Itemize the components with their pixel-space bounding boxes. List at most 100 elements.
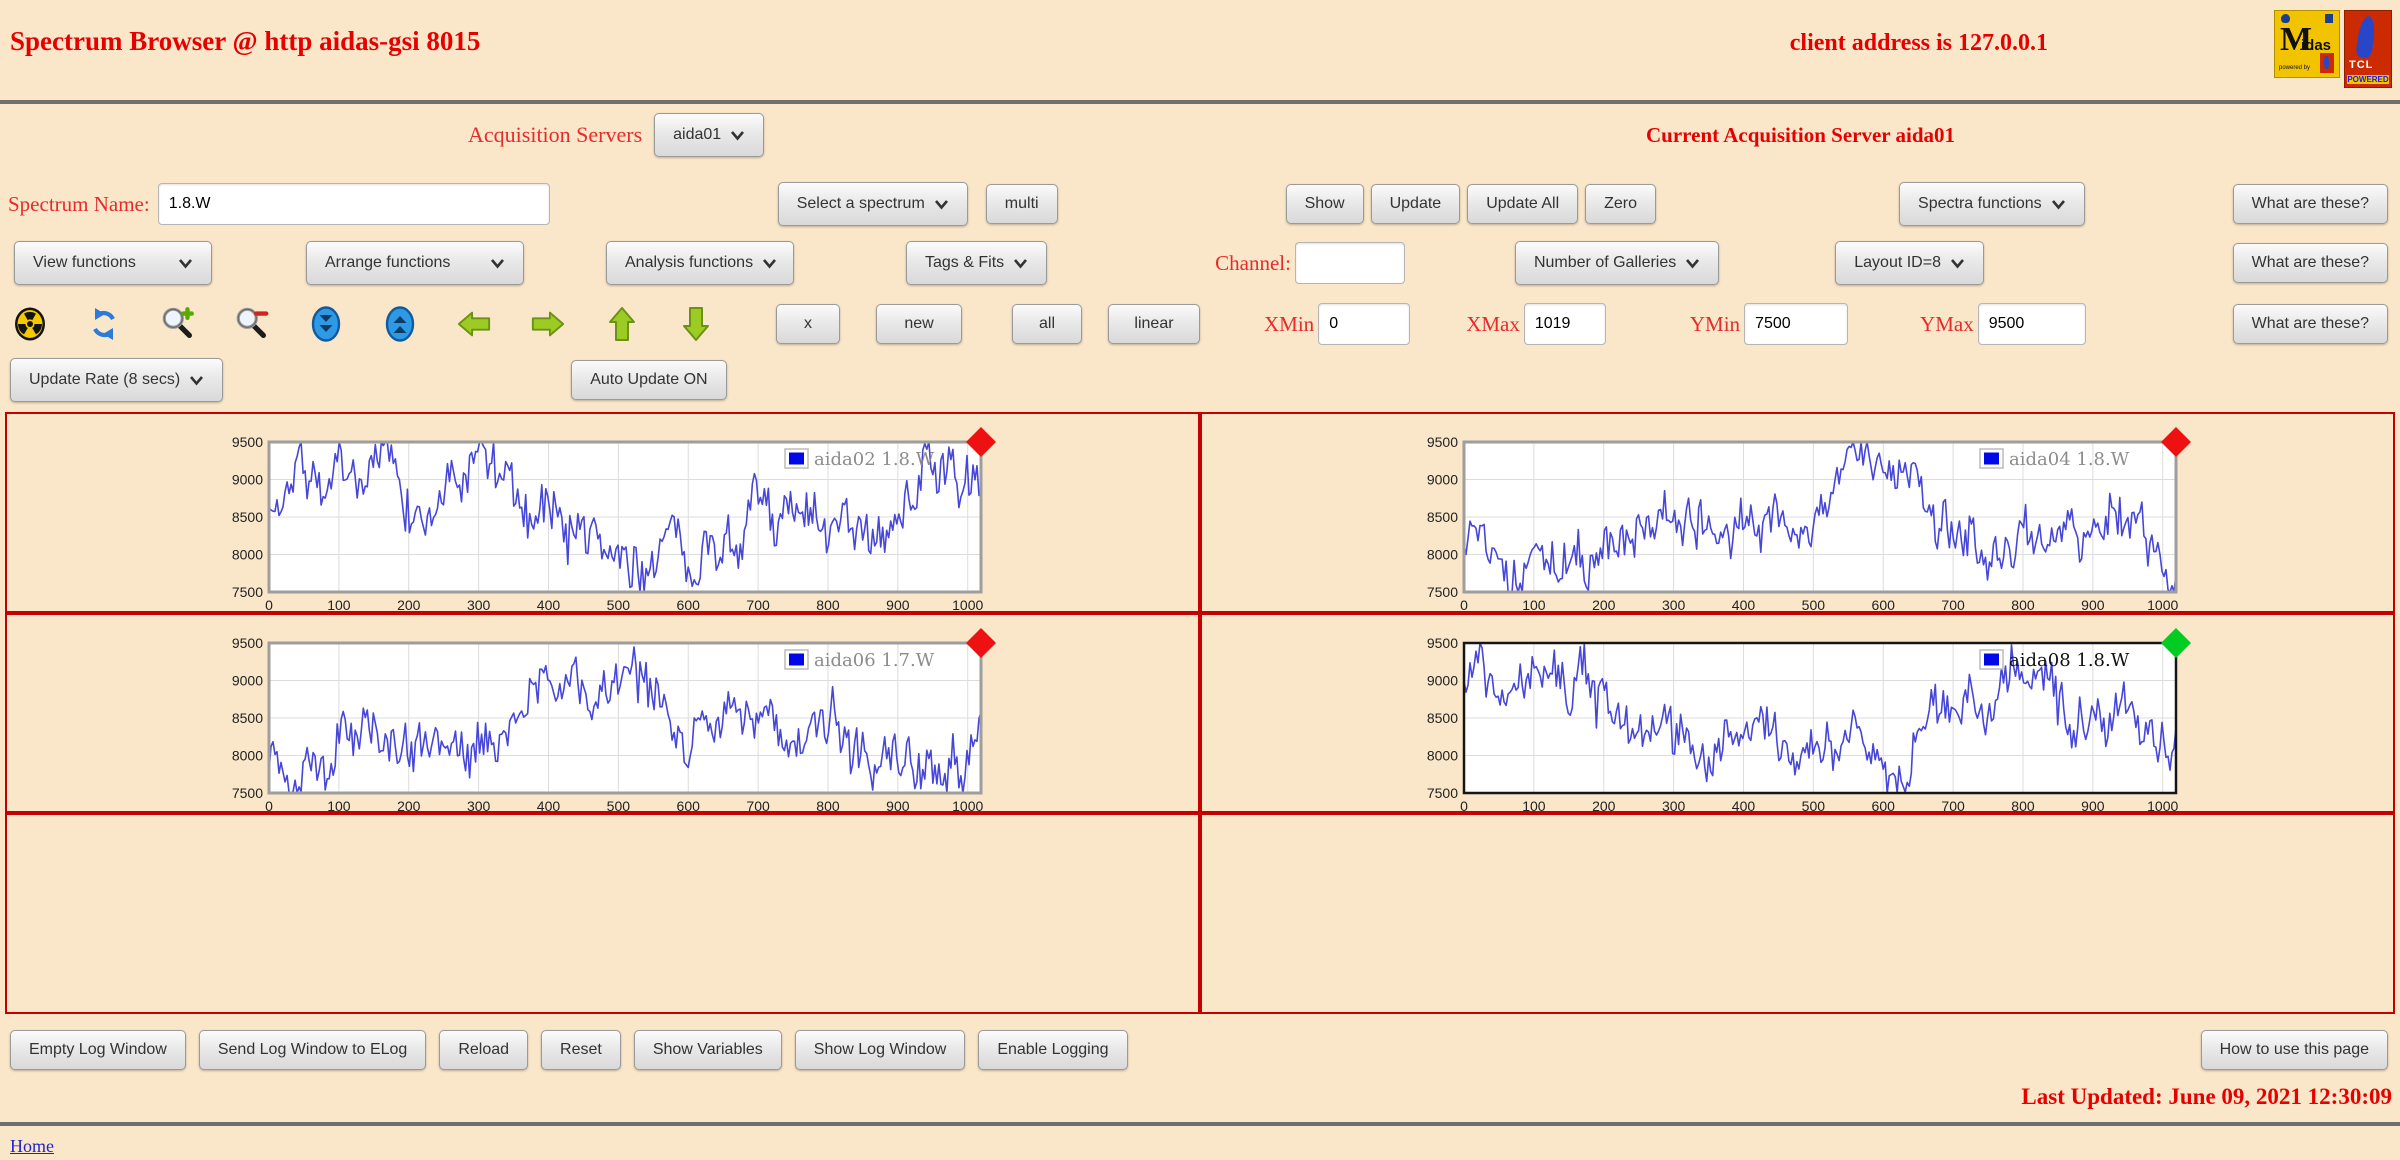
acquisition-server-selected: aida01: [673, 126, 722, 143]
view-functions-label: View functions: [33, 254, 136, 271]
svg-text:100: 100: [327, 597, 351, 613]
footer-button-reload[interactable]: Reload: [439, 1030, 529, 1070]
shift-up-icon[interactable]: [382, 305, 418, 343]
svg-text:800: 800: [2011, 798, 2035, 814]
update-all-button[interactable]: Update All: [1467, 184, 1579, 224]
chevron-down-icon: [762, 258, 777, 269]
channel-input[interactable]: [1294, 242, 1405, 284]
arrow-left-icon[interactable]: [456, 305, 492, 343]
spectrum-chart-aida04[interactable]: 7500 8000 8500 9000 9500 0 100 200 300 400 500 600 7…: [1424, 424, 2199, 619]
svg-text:0: 0: [265, 798, 273, 814]
arrow-right-icon[interactable]: [530, 305, 566, 343]
svg-text:900: 900: [886, 798, 910, 814]
tcl-logo-text: TCL: [2349, 59, 2374, 71]
svg-text:700: 700: [746, 798, 770, 814]
xmin-input[interactable]: [1318, 303, 1411, 345]
chevron-down-icon: [189, 375, 204, 386]
svg-text:9000: 9000: [232, 673, 263, 689]
analysis-functions-dropdown[interactable]: Analysis functions: [606, 241, 794, 285]
midas-logo-emblem2-icon: [2325, 14, 2333, 23]
analysis-functions-label: Analysis functions: [625, 254, 754, 271]
view-functions-dropdown[interactable]: View functions: [14, 241, 212, 285]
arrange-functions-label: Arrange functions: [325, 254, 451, 271]
page-title: Spectrum Browser @ http aidas-gsi 8015: [10, 26, 481, 56]
zero-button[interactable]: Zero: [1585, 184, 1657, 224]
radiation-icon[interactable]: [12, 305, 48, 343]
svg-text:0: 0: [265, 597, 273, 613]
svg-text:400: 400: [1732, 798, 1756, 814]
auto-update-button[interactable]: Auto Update ON: [571, 360, 727, 400]
spectra-functions-dropdown[interactable]: Spectra functions: [1899, 182, 2085, 226]
acquisition-server-select[interactable]: aida01: [654, 113, 765, 157]
footer-button-enable-logging[interactable]: Enable Logging: [978, 1030, 1128, 1070]
arrow-down-icon[interactable]: [678, 305, 714, 343]
svg-text:9000: 9000: [232, 472, 263, 488]
svg-text:7500: 7500: [1427, 584, 1458, 600]
footer-button-send-log-window-to-elog[interactable]: Send Log Window to ELog: [198, 1030, 427, 1070]
svg-text:1000: 1000: [952, 597, 983, 613]
svg-text:7500: 7500: [1427, 785, 1458, 801]
header-divider: [0, 100, 2400, 104]
xmax-input[interactable]: [1523, 303, 1606, 345]
svg-text:8000: 8000: [232, 748, 263, 764]
home-link[interactable]: Home: [10, 1136, 54, 1157]
xmin-label: XMin: [1264, 311, 1315, 336]
acquisition-servers-label: Acquisition Servers: [468, 122, 643, 147]
ymin-input[interactable]: [1744, 303, 1849, 345]
channel-label: Channel:: [1215, 250, 1291, 275]
x-axis-button[interactable]: x: [776, 304, 840, 344]
svg-text:1000: 1000: [2147, 798, 2178, 814]
all-button[interactable]: all: [1012, 304, 1082, 344]
new-button[interactable]: new: [876, 304, 962, 344]
svg-text:9500: 9500: [232, 434, 263, 450]
ymax-label: YMax: [1920, 311, 1974, 336]
spectrum-chart-aida08[interactable]: 7500 8000 8500 9000 9500 0 100 200 300 400 500 600 7…: [1424, 625, 2199, 820]
show-button[interactable]: Show: [1285, 184, 1364, 224]
arrange-functions-dropdown[interactable]: Arrange functions: [306, 241, 524, 285]
svg-text:8000: 8000: [1427, 547, 1458, 563]
footer-button-empty-log-window[interactable]: Empty Log Window: [10, 1030, 186, 1070]
linear-button[interactable]: linear: [1108, 304, 1200, 344]
spectrum-chart-aida06[interactable]: 7500 8000 8500 9000 9500 0 100 200 300 400 500 600 7…: [229, 625, 1004, 820]
zoom-out-icon[interactable]: [234, 305, 270, 343]
shift-down-icon[interactable]: [308, 305, 344, 343]
how-to-use-button[interactable]: How to use this page: [2200, 1030, 2388, 1070]
what-are-these-button-2[interactable]: What are these?: [2232, 243, 2388, 283]
svg-text:1000: 1000: [2147, 597, 2178, 613]
layout-id-dropdown[interactable]: Layout ID=8: [1835, 241, 1984, 285]
update-rate-dropdown[interactable]: Update Rate (8 secs): [10, 358, 224, 402]
svg-text:200: 200: [1592, 597, 1616, 613]
chevron-down-icon: [730, 130, 745, 141]
spectrum-name-input[interactable]: [157, 183, 550, 225]
svg-text:500: 500: [1802, 597, 1826, 613]
spectrum-name-label: Spectrum Name:: [8, 191, 150, 216]
zoom-in-icon[interactable]: [160, 305, 196, 343]
tags-fits-dropdown[interactable]: Tags & Fits: [906, 241, 1048, 285]
spectrum-row: Spectrum Name: Select a spectrum multi S…: [0, 180, 2400, 228]
footer-button-reset[interactable]: Reset: [541, 1030, 621, 1070]
ymax-input[interactable]: [1977, 303, 2086, 345]
footer-button-show-log-window[interactable]: Show Log Window: [794, 1030, 966, 1070]
spectrum-chart-aida02[interactable]: 7500 8000 8500 9000 9500 0 100 200 300 400 500 600 7…: [229, 424, 1004, 619]
chevron-down-icon: [934, 199, 949, 210]
multi-button[interactable]: multi: [985, 184, 1058, 224]
svg-text:900: 900: [886, 597, 910, 613]
what-are-these-button-1[interactable]: What are these?: [2232, 184, 2388, 224]
axis-row: x new all linear XMin XMax YMin YMax Wha…: [0, 298, 2400, 350]
select-spectrum-dropdown[interactable]: Select a spectrum: [777, 182, 968, 226]
footer-buttons: Empty Log Window Send Log Window to ELog R…: [10, 1030, 1128, 1070]
number-of-galleries-dropdown[interactable]: Number of Galleries: [1514, 241, 1720, 285]
svg-text:100: 100: [327, 798, 351, 814]
ymin-label: YMin: [1689, 311, 1741, 336]
refresh-icon[interactable]: [86, 305, 122, 343]
update-button[interactable]: Update: [1370, 184, 1461, 224]
gallery-cell-1: 7500 8000 8500 9000 9500 0 100 200 300 400 500 600 7…: [5, 412, 1200, 613]
what-are-these-button-3[interactable]: What are these?: [2232, 304, 2388, 344]
svg-text:700: 700: [1941, 798, 1965, 814]
arrow-up-icon[interactable]: [604, 305, 640, 343]
logos: M idas powered by TCL POWERED: [2274, 10, 2392, 88]
svg-text:600: 600: [677, 798, 701, 814]
svg-text:100: 100: [1522, 798, 1546, 814]
footer-button-show-variables[interactable]: Show Variables: [633, 1030, 782, 1070]
svg-text:400: 400: [537, 597, 561, 613]
